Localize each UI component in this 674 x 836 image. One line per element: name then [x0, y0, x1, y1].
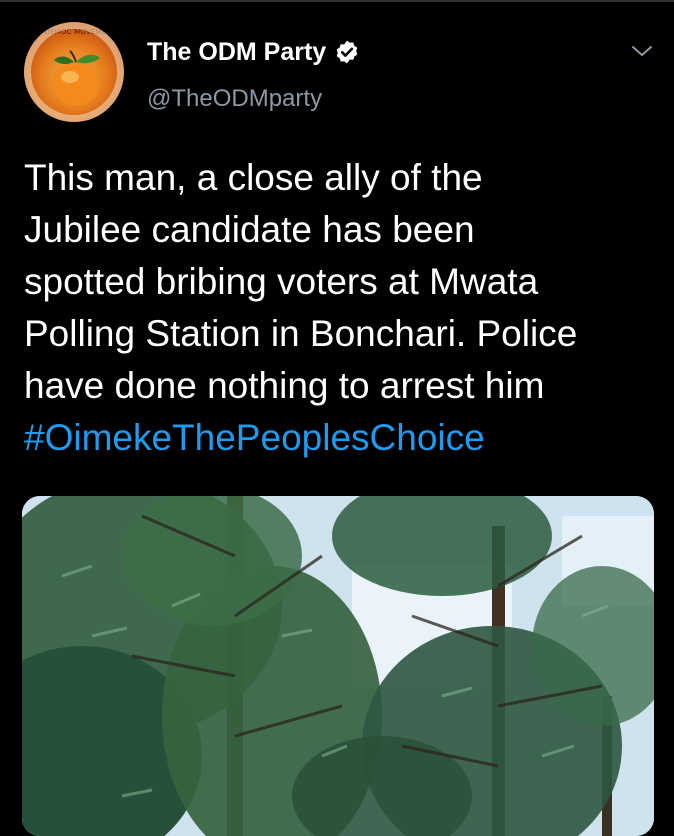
- top-divider: [0, 0, 674, 2]
- tweet-text-line: Polling Station in Bonchari. Police: [24, 313, 578, 354]
- tweet-text: This man, a close ally of the Jubilee ca…: [24, 152, 654, 464]
- tweet-text-line: This man, a close ally of the: [24, 157, 483, 198]
- author-name-row[interactable]: The ODM Party: [147, 36, 360, 68]
- avatar[interactable]: GE DEMOC MOVEMENT: [24, 22, 124, 122]
- pine-trees-photo: [22, 496, 654, 836]
- tweet-text-line: have done nothing to arrest him: [24, 365, 545, 406]
- tweet-text-line: Jubilee candidate has been: [24, 209, 475, 250]
- orange-logo-icon: [24, 22, 124, 122]
- tweet-photo[interactable]: [22, 496, 654, 836]
- author-display-name[interactable]: The ODM Party: [147, 36, 326, 68]
- verified-badge-icon: [336, 40, 358, 64]
- author-handle[interactable]: @TheODMparty: [147, 83, 322, 115]
- hashtag-link[interactable]: #OimekeThePeoplesChoice: [24, 412, 654, 464]
- tweet-text-line: spotted bribing voters at Mwata: [24, 261, 539, 302]
- chevron-down-icon[interactable]: [630, 42, 654, 60]
